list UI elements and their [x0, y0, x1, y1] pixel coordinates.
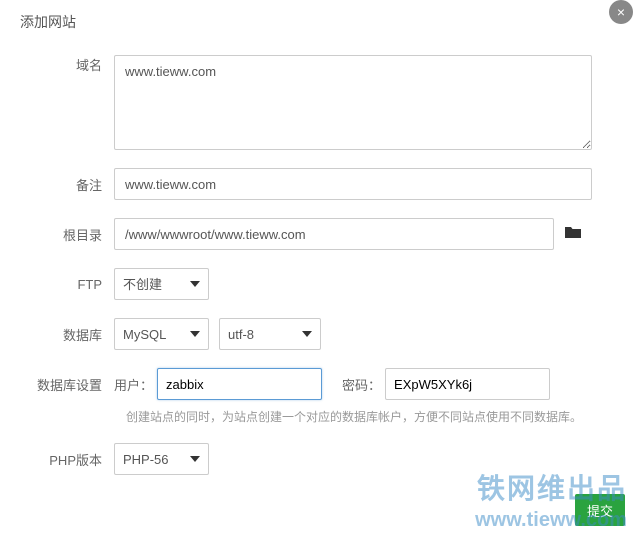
- row-php: PHP版本 PHP-56: [20, 443, 621, 475]
- row-db-set: 数据库设置 用户： 密码：: [20, 368, 621, 400]
- label-ftp: FTP: [20, 277, 114, 292]
- row-ftp: FTP 不创建: [20, 268, 621, 300]
- folder-icon[interactable]: [564, 225, 582, 244]
- row-db: 数据库 MySQL utf-8: [20, 318, 621, 350]
- pwd-label: 密码：: [342, 375, 381, 394]
- submit-bar: 提交: [575, 494, 625, 526]
- label-db-set: 数据库设置: [20, 375, 114, 394]
- label-php: PHP版本: [20, 450, 114, 469]
- db-pwd-input[interactable]: [385, 368, 550, 400]
- ftp-select[interactable]: 不创建: [114, 268, 209, 300]
- user-label: 用户：: [114, 375, 153, 394]
- submit-button[interactable]: 提交: [575, 494, 625, 526]
- db-user-input[interactable]: [157, 368, 322, 400]
- row-root: 根目录: [20, 218, 621, 250]
- db-help-text: 创建站点的同时，为站点创建一个对应的数据库帐户，方便不同站点使用不同数据库。: [126, 408, 621, 425]
- row-domain: 域名: [20, 55, 621, 150]
- label-db: 数据库: [20, 325, 114, 344]
- close-icon[interactable]: ×: [609, 0, 633, 24]
- label-domain: 域名: [20, 55, 114, 74]
- row-remark: 备注: [20, 168, 621, 200]
- add-site-form: 域名 备注 根目录 FTP 不创建 数据库 MySQL: [0, 40, 641, 475]
- dialog-title: 添加网站: [0, 0, 641, 40]
- php-select[interactable]: PHP-56: [114, 443, 209, 475]
- label-root: 根目录: [20, 225, 114, 244]
- db-charset-select[interactable]: utf-8: [219, 318, 321, 350]
- db-engine-select[interactable]: MySQL: [114, 318, 209, 350]
- root-input[interactable]: [114, 218, 554, 250]
- label-remark: 备注: [20, 175, 114, 194]
- remark-input[interactable]: [114, 168, 592, 200]
- domain-input[interactable]: [114, 55, 592, 150]
